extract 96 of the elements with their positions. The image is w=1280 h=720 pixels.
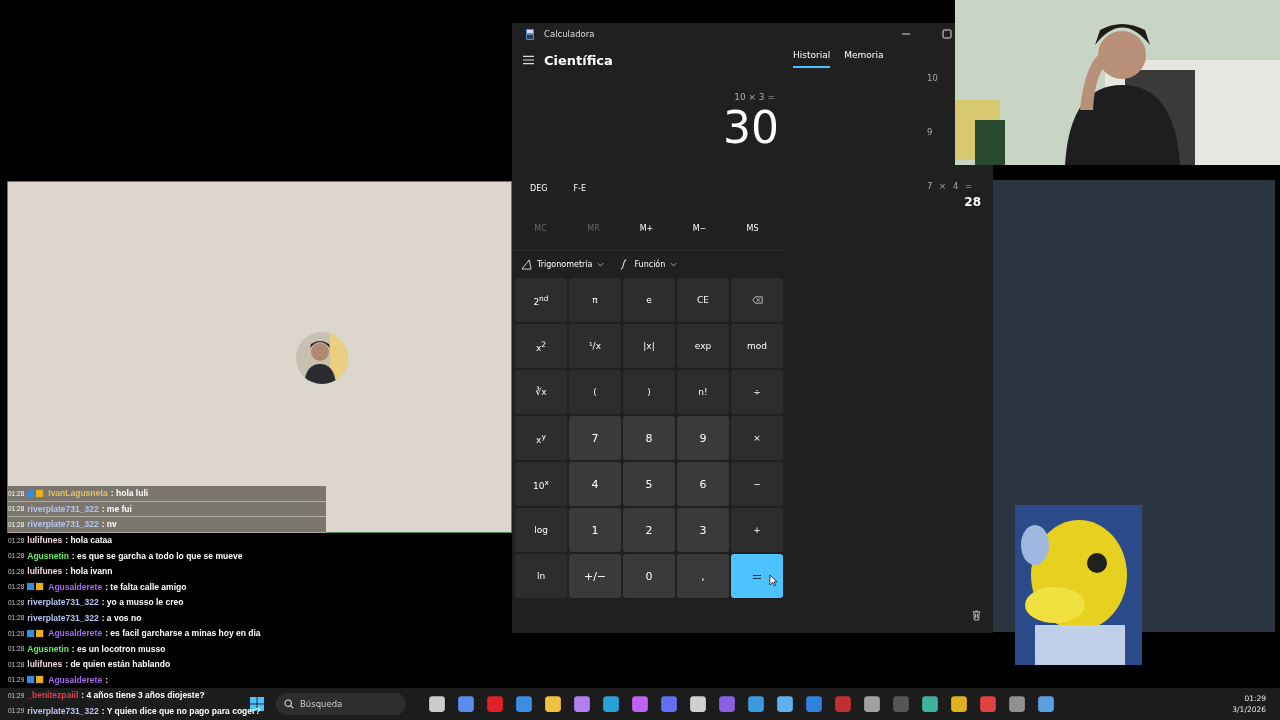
dropdown-button[interactable]: Trigonometría xyxy=(519,257,607,272)
memory-button[interactable]: MS xyxy=(726,222,779,235)
calculator-key[interactable]: ln xyxy=(515,554,567,598)
calculator-key[interactable]: n! xyxy=(677,370,729,414)
chat-message: : xyxy=(105,674,108,685)
calculator-key[interactable]: 6 xyxy=(677,462,729,506)
calculator-key[interactable]: 7 xyxy=(569,416,621,460)
calculator-key[interactable]: 2 xyxy=(623,508,675,552)
calculator-key[interactable]: mod xyxy=(731,324,783,368)
chat-message: : te falta calle amigo xyxy=(105,581,187,592)
angle-unit-button[interactable]: DEG xyxy=(528,182,550,195)
result-display: 30 xyxy=(723,102,779,154)
calculator-key[interactable]: 9 xyxy=(677,416,729,460)
chat-username: riverplate731_322 xyxy=(27,612,99,623)
chat-message: : hola cataa xyxy=(65,535,112,546)
chat-message: : es facil garcharse a minas hoy en dia xyxy=(105,628,261,639)
calculator-key[interactable]: ) xyxy=(623,370,675,414)
menu-icon[interactable] xyxy=(523,55,534,65)
chat-message: : nv xyxy=(101,519,117,530)
badge-icon xyxy=(27,488,46,498)
chat-username: riverplate731_322 xyxy=(27,503,99,514)
search-box[interactable]: Búsqueda xyxy=(276,693,406,715)
badge-icon xyxy=(27,582,46,592)
chat-username: lulifunes xyxy=(27,659,63,670)
calculator-key[interactable]: +/− xyxy=(569,554,621,598)
calculator-key[interactable]: − xyxy=(731,462,783,506)
chat-username: lulifunes xyxy=(27,535,63,546)
triangle-icon xyxy=(521,259,532,270)
calculator-key[interactable]: exp xyxy=(677,324,729,368)
equals-button[interactable]: = xyxy=(731,554,783,598)
expression-text: 10 × 3 = xyxy=(734,92,775,102)
calculator-key[interactable]: ( xyxy=(569,370,621,414)
chat-message: : hola luli xyxy=(110,488,149,499)
calculator-key[interactable]: , xyxy=(677,554,729,598)
calculator-key[interactable]: e xyxy=(623,278,675,322)
calculator-key[interactable]: 8 xyxy=(623,416,675,460)
chat-username: Agusalderete xyxy=(48,628,103,639)
history-expression[interactable]: 9 xyxy=(927,127,933,137)
calculator-key[interactable]: x$^{2}$ xyxy=(515,324,567,368)
chat-message: : a vos no xyxy=(101,612,142,623)
calculator-key[interactable]: 3 xyxy=(677,508,729,552)
calculator-key[interactable]: 4 xyxy=(569,462,621,506)
panel-tab[interactable]: Memoria xyxy=(844,50,884,68)
calculator-key[interactable]: x$^{y}$ xyxy=(515,416,567,460)
calculator-key[interactable]: 5 xyxy=(623,462,675,506)
chat-username: lulifunes xyxy=(27,566,63,577)
chat-username: Agusnetin xyxy=(27,643,69,654)
memory-button[interactable]: M+ xyxy=(620,222,673,235)
chat-username: _benitezpaiil xyxy=(27,690,79,701)
chat-username: IvanLagusneta xyxy=(48,488,108,499)
chat-username: riverplate731_322 xyxy=(27,705,99,716)
mode-title: Científica xyxy=(544,52,613,68)
chat-message: : 4 años tiene 3 años diojeste? xyxy=(81,690,205,701)
calculator-key[interactable]: log xyxy=(515,508,567,552)
calculator-key[interactable]: |x| xyxy=(623,324,675,368)
backspace-icon xyxy=(751,296,763,304)
calculator-key[interactable]: × xyxy=(731,416,783,460)
calculator-key[interactable]: ¹/x xyxy=(569,324,621,368)
panel-tab[interactable]: Historial xyxy=(793,50,831,68)
dropdown-button[interactable]: Función xyxy=(616,257,680,272)
chat-message: : yo a musso le creo xyxy=(101,597,184,608)
memory-button[interactable]: M− xyxy=(673,222,726,235)
chat-message: : de quien están hablando xyxy=(65,659,171,670)
chat-message: : es que se garcha a todo lo que se mueve xyxy=(71,550,243,561)
chat-username: Agusalderete xyxy=(48,674,103,685)
search-field[interactable]: Búsqueda xyxy=(300,699,390,709)
trash-icon[interactable] xyxy=(972,610,981,621)
history-expression[interactable]: 10 xyxy=(927,73,938,83)
chat-username: riverplate731_322 xyxy=(27,597,99,608)
chevron-down-icon xyxy=(670,262,678,267)
history-expression[interactable]: 7 × 4 = xyxy=(927,181,973,191)
calculator-key[interactable]: + xyxy=(731,508,783,552)
calculator-key[interactable]: π xyxy=(569,278,621,322)
calculator-key[interactable]: CE xyxy=(677,278,729,322)
calculator-key[interactable]: 10$^{x}$ xyxy=(515,462,567,506)
chat-message: : hola ivann xyxy=(65,566,113,577)
chat-username: riverplate731_322 xyxy=(27,519,99,530)
maximize-icon[interactable] xyxy=(942,29,952,39)
calculator-key[interactable]: ∛x xyxy=(515,370,567,414)
search-icon xyxy=(284,699,294,709)
history-result[interactable]: 28 xyxy=(964,195,981,209)
notation-button[interactable]: F-E xyxy=(571,182,588,195)
chat-message: : Y quien dice que no pago para coger? xyxy=(101,705,261,716)
chat-message: : me fui xyxy=(101,503,132,514)
cursor-icon xyxy=(769,574,778,587)
calculator-key[interactable]: 2$^{nd}$ xyxy=(515,278,567,322)
calculator-key[interactable]: 0 xyxy=(623,554,675,598)
window-title: Calculadora xyxy=(544,29,595,39)
badge-icon xyxy=(27,628,46,638)
calculator-key[interactable]: 1 xyxy=(569,508,621,552)
chat-message: : es un locotron musso xyxy=(71,643,166,654)
chat-username: Agusalderete xyxy=(48,581,103,592)
badge-icon xyxy=(27,675,46,685)
chat-username: Agusnetin xyxy=(27,550,69,561)
chevron-down-icon xyxy=(597,262,605,267)
calculator-key[interactable]: ÷ xyxy=(731,370,783,414)
